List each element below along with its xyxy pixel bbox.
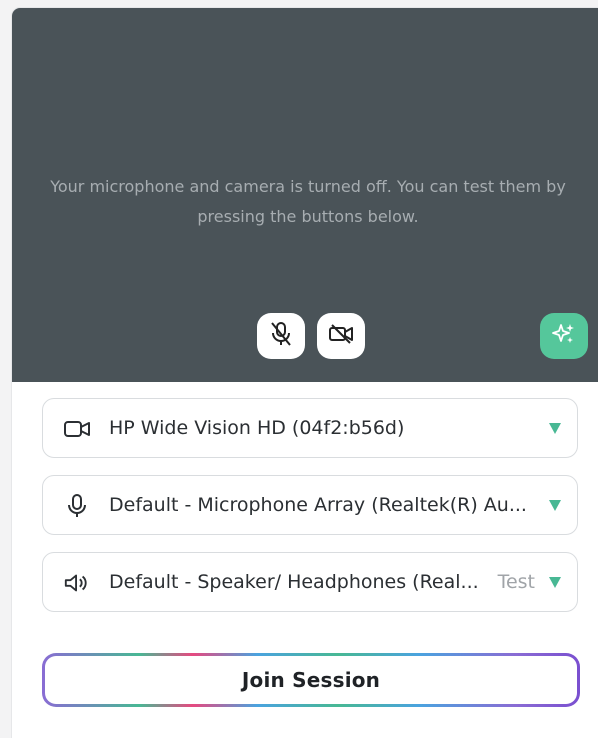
triangle-down-icon xyxy=(549,500,561,511)
speaker-select[interactable]: Default - Speaker/ Headphones (Real... T… xyxy=(42,552,578,612)
speaker-test-button[interactable]: Test xyxy=(498,571,535,593)
microphone-icon xyxy=(63,493,91,519)
join-session-border: Join Session xyxy=(42,653,580,707)
join-session-button[interactable]: Join Session xyxy=(45,656,577,704)
effects-button[interactable] xyxy=(540,313,588,359)
video-camera-icon xyxy=(63,416,91,442)
camera-select-value: HP Wide Vision HD (04f2:b56d) xyxy=(109,417,405,439)
session-setup-panel: Your microphone and camera is turned off… xyxy=(12,8,598,738)
speaker-select-value: Default - Speaker/ Headphones (Real... xyxy=(109,571,479,593)
mic-toggle-button[interactable] xyxy=(257,313,305,359)
camera-select[interactable]: HP Wide Vision HD (04f2:b56d) xyxy=(42,398,578,458)
triangle-down-icon xyxy=(549,577,561,588)
microphone-select[interactable]: Default - Microphone Array (Realtek(R) A… xyxy=(42,475,578,535)
camera-off-icon xyxy=(327,322,355,350)
mic-off-icon xyxy=(268,320,294,352)
triangle-down-icon xyxy=(549,423,561,434)
microphone-select-value: Default - Microphone Array (Realtek(R) A… xyxy=(109,494,527,516)
preview-message: Your microphone and camera is turned off… xyxy=(50,177,566,226)
sparkle-icon xyxy=(551,321,577,351)
video-preview: Your microphone and camera is turned off… xyxy=(12,8,598,382)
speaker-icon xyxy=(63,570,91,596)
camera-toggle-button[interactable] xyxy=(317,313,365,359)
